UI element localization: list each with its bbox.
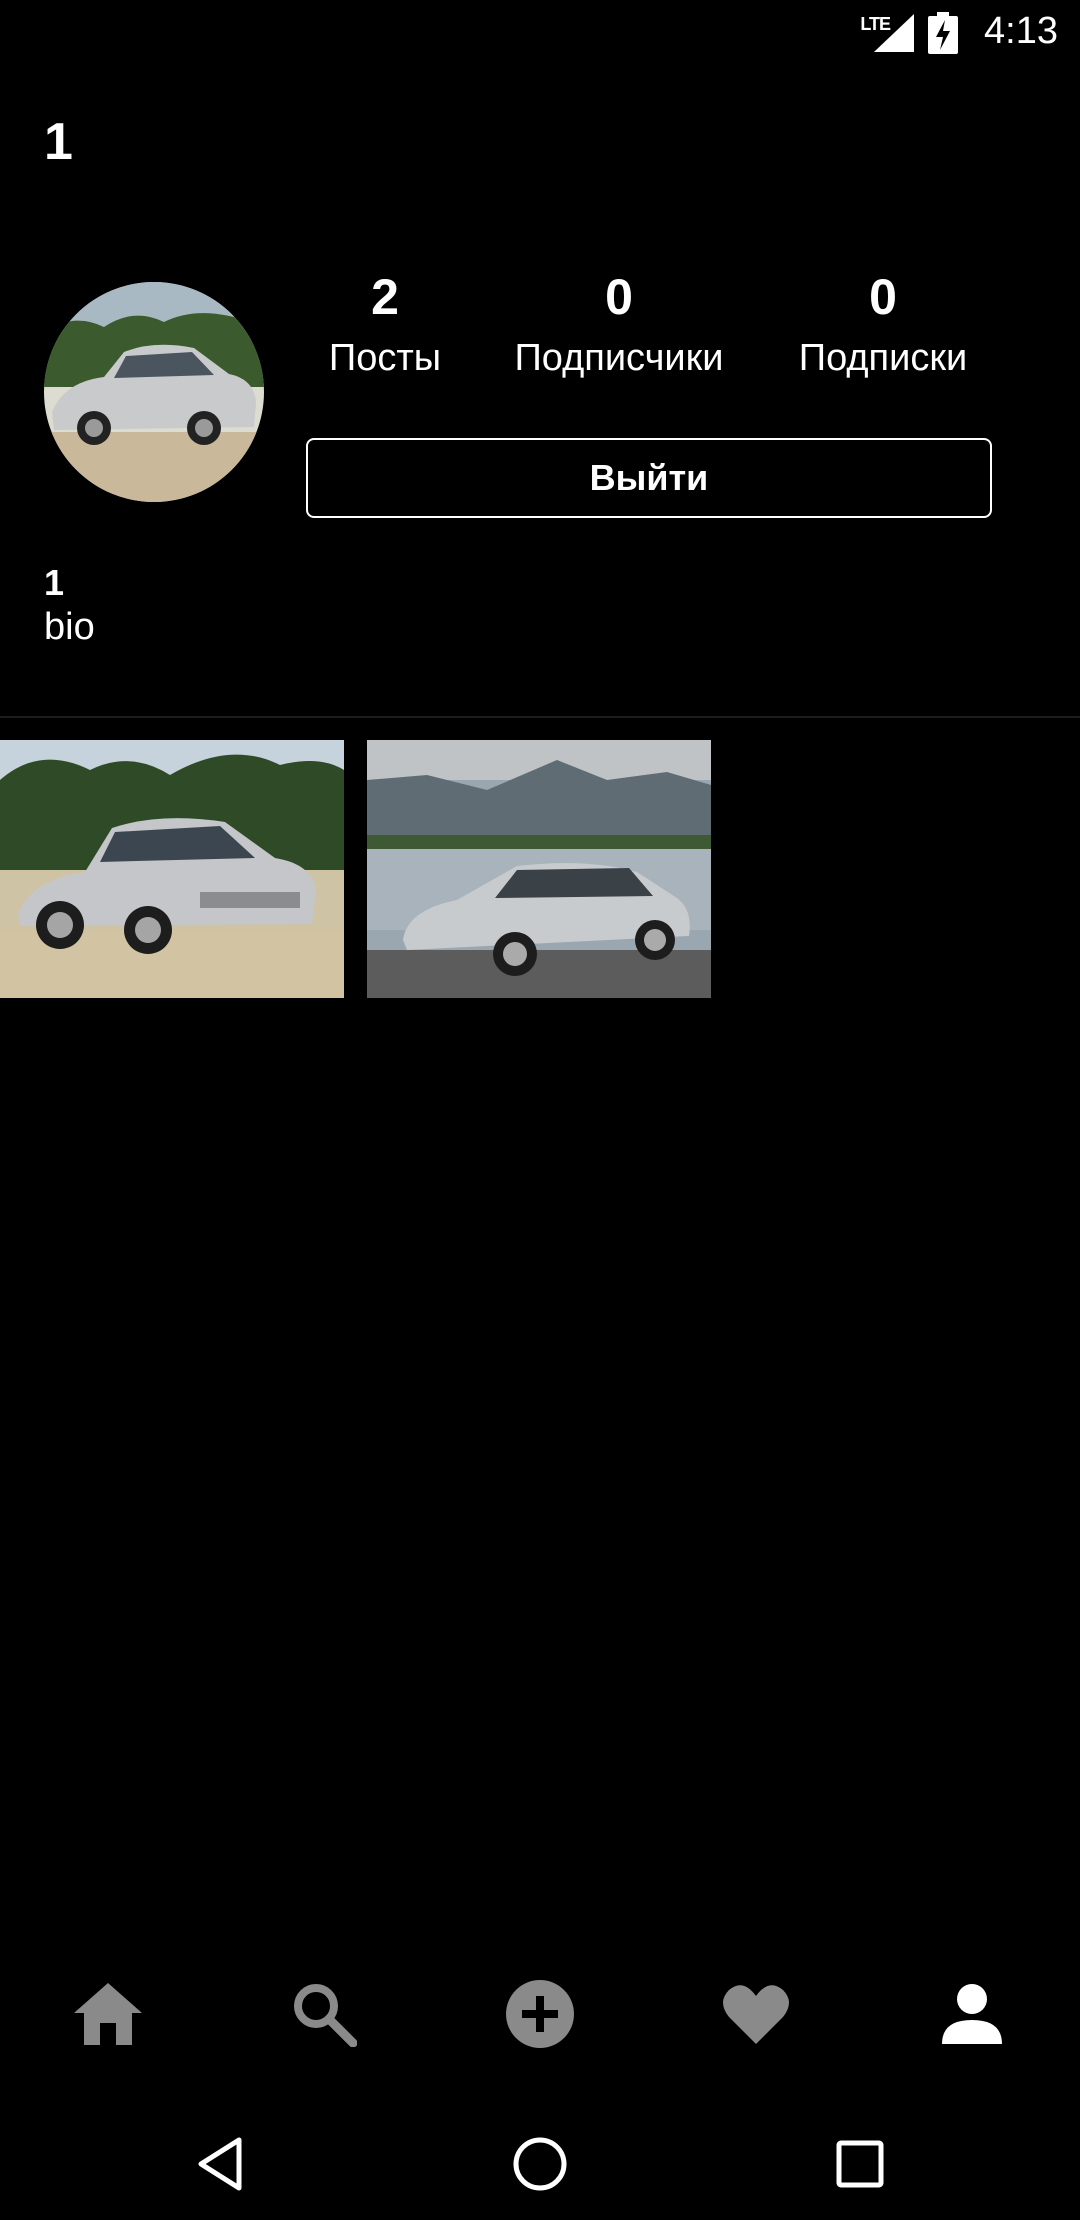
- signal-icon: [874, 14, 914, 57]
- clock: 4:13: [984, 10, 1058, 52]
- person-icon[interactable]: [932, 1974, 1012, 2054]
- post-thumbnail[interactable]: [0, 740, 344, 998]
- home-icon[interactable]: [68, 1974, 148, 2054]
- stat-label: Посты: [328, 337, 442, 379]
- divider: [0, 716, 1080, 718]
- stat-following[interactable]: 0 Подписки: [758, 262, 1008, 382]
- bottom-navigation: [0, 1960, 1080, 2070]
- search-icon[interactable]: [284, 1974, 364, 2054]
- stat-posts[interactable]: 2 Посты: [260, 262, 510, 382]
- battery-charging-icon: [928, 12, 958, 59]
- stat-count: 0: [605, 269, 633, 325]
- stat-label: Подписки: [798, 337, 968, 379]
- stat-label: Подписчики: [514, 337, 724, 379]
- add-icon[interactable]: [500, 1974, 580, 2054]
- page-title: 1: [44, 113, 73, 171]
- heart-icon[interactable]: [716, 1974, 796, 2054]
- post-thumbnail[interactable]: [367, 740, 711, 998]
- avatar[interactable]: [44, 282, 264, 502]
- back-icon[interactable]: [180, 2124, 260, 2204]
- home-circle-icon[interactable]: [500, 2124, 580, 2204]
- status-bar: LTE 4:13: [0, 0, 1080, 66]
- recents-icon[interactable]: [820, 2124, 900, 2204]
- system-navigation: [0, 2110, 1080, 2220]
- bio-text: bio: [44, 606, 95, 648]
- stat-followers[interactable]: 0 Подписчики: [494, 262, 744, 382]
- stat-count: 2: [371, 269, 399, 325]
- profile-screen: LTE 4:13 1 2 Посты 0 Подписчики 0 Подпис…: [0, 0, 1080, 2220]
- display-name: 1: [44, 562, 65, 603]
- stat-count: 0: [869, 269, 897, 325]
- logout-button[interactable]: Выйти: [306, 438, 992, 518]
